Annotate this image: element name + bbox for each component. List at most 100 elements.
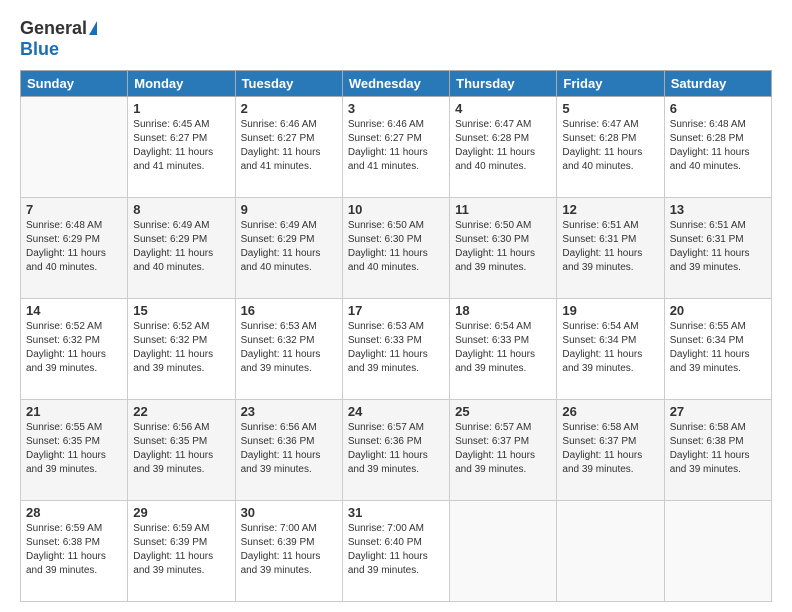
calendar-day-cell: 4 Sunrise: 6:47 AMSunset: 6:28 PMDaylight… [450,97,557,198]
day-info: Sunrise: 6:58 AMSunset: 6:37 PMDaylight:… [562,421,658,477]
day-info: Sunrise: 6:59 AMSunset: 6:39 PMDaylight:… [133,522,229,578]
day-number: 27 [670,404,766,419]
calendar-week-row: 28 Sunrise: 6:59 AMSunset: 6:38 PMDayligh… [21,501,772,602]
day-number: 29 [133,505,229,520]
day-info: Sunrise: 6:48 AMSunset: 6:29 PMDaylight:… [26,219,122,275]
calendar-day-cell: 11Sunrise: 6:50 AMSunset: 6:30 PMDayligh… [450,198,557,299]
day-number: 31 [348,505,444,520]
calendar-day-cell: 1Sunrise: 6:45 AMSunset: 6:27 PMDaylight… [128,97,235,198]
calendar-day-cell: 19Sunrise: 6:54 AMSunset: 6:34 PMDayligh… [557,299,664,400]
day-info: Sunrise: 6:47 AMSunset: 6:28 PMDaylight:… [455,118,551,174]
day-info: Sunrise: 6:47 AMSunset: 6:28 PMDaylight:… [562,118,658,174]
calendar-day-cell: 3 Sunrise: 6:46 AMSunset: 6:27 PMDaylight… [342,97,449,198]
calendar-body: 1Sunrise: 6:45 AMSunset: 6:27 PMDaylight… [21,97,772,602]
day-info: Sunrise: 6:53 AMSunset: 6:33 PMDaylight:… [348,320,444,376]
calendar-day-cell: 30Sunrise: 7:00 AMSunset: 6:39 PMDayligh… [235,501,342,602]
calendar-day-cell: 27 Sunrise: 6:58 AMSunset: 6:38 PMDayligh… [664,400,771,501]
day-info: Sunrise: 6:54 AMSunset: 6:33 PMDaylight:… [455,320,551,376]
day-number: 3 [348,101,444,116]
day-info: Sunrise: 6:57 AMSunset: 6:37 PMDaylight:… [455,421,551,477]
day-info: Sunrise: 6:52 AMSunset: 6:32 PMDaylight:… [26,320,122,376]
day-number: 4 [455,101,551,116]
day-info: Sunrise: 6:46 AMSunset: 6:27 PMDaylight:… [241,118,337,174]
calendar-day-cell: 26 Sunrise: 6:58 AMSunset: 6:37 PMDayligh… [557,400,664,501]
day-number: 14 [26,303,122,318]
logo-blue-text: Blue [20,39,59,60]
day-info: Sunrise: 6:52 AMSunset: 6:32 PMDaylight:… [133,320,229,376]
day-number: 1 [133,101,229,116]
day-info: Sunrise: 6:56 AMSunset: 6:36 PMDaylight:… [241,421,337,477]
calendar-day-cell: 20Sunrise: 6:55 AMSunset: 6:34 PMDayligh… [664,299,771,400]
day-info: Sunrise: 7:00 AMSunset: 6:40 PMDaylight:… [348,522,444,578]
calendar-day-cell [450,501,557,602]
calendar-header-cell: Sunday [21,71,128,97]
day-number: 15 [133,303,229,318]
day-info: Sunrise: 6:56 AMSunset: 6:35 PMDaylight:… [133,421,229,477]
day-number: 6 [670,101,766,116]
calendar-day-cell: 10 Sunrise: 6:50 AMSunset: 6:30 PMDayligh… [342,198,449,299]
day-number: 25 [455,404,551,419]
day-info: Sunrise: 6:49 AMSunset: 6:29 PMDaylight:… [133,219,229,275]
day-info: Sunrise: 6:55 AMSunset: 6:34 PMDaylight:… [670,320,766,376]
calendar-day-cell: 22 Sunrise: 6:56 AMSunset: 6:35 PMDayligh… [128,400,235,501]
calendar-day-cell: 29 Sunrise: 6:59 AMSunset: 6:39 PMDayligh… [128,501,235,602]
day-info: Sunrise: 6:55 AMSunset: 6:35 PMDaylight:… [26,421,122,477]
calendar-week-row: 21 Sunrise: 6:55 AMSunset: 6:35 PMDayligh… [21,400,772,501]
calendar-day-cell: 12 Sunrise: 6:51 AMSunset: 6:31 PMDayligh… [557,198,664,299]
calendar-day-cell [664,501,771,602]
calendar-week-row: 1Sunrise: 6:45 AMSunset: 6:27 PMDaylight… [21,97,772,198]
calendar-day-cell: 15 Sunrise: 6:52 AMSunset: 6:32 PMDayligh… [128,299,235,400]
calendar-day-cell [21,97,128,198]
day-number: 21 [26,404,122,419]
day-number: 12 [562,202,658,217]
day-info: Sunrise: 6:51 AMSunset: 6:31 PMDaylight:… [562,219,658,275]
day-number: 16 [241,303,337,318]
calendar-day-cell: 21 Sunrise: 6:55 AMSunset: 6:35 PMDayligh… [21,400,128,501]
calendar-table: SundayMondayTuesdayWednesdayThursdayFrid… [20,70,772,602]
calendar-header-row: SundayMondayTuesdayWednesdayThursdayFrid… [21,71,772,97]
calendar-day-cell: 16 Sunrise: 6:53 AMSunset: 6:32 PMDayligh… [235,299,342,400]
calendar-day-cell: 14 Sunrise: 6:52 AMSunset: 6:32 PMDayligh… [21,299,128,400]
calendar-header-cell: Tuesday [235,71,342,97]
day-number: 23 [241,404,337,419]
calendar-day-cell: 23 Sunrise: 6:56 AMSunset: 6:36 PMDayligh… [235,400,342,501]
day-number: 28 [26,505,122,520]
day-number: 17 [348,303,444,318]
day-info: Sunrise: 6:57 AMSunset: 6:36 PMDaylight:… [348,421,444,477]
day-info: Sunrise: 6:49 AMSunset: 6:29 PMDaylight:… [241,219,337,275]
day-info: Sunrise: 6:53 AMSunset: 6:32 PMDaylight:… [241,320,337,376]
day-info: Sunrise: 6:48 AMSunset: 6:28 PMDaylight:… [670,118,766,174]
day-info: Sunrise: 6:59 AMSunset: 6:38 PMDaylight:… [26,522,122,578]
calendar-week-row: 14 Sunrise: 6:52 AMSunset: 6:32 PMDayligh… [21,299,772,400]
calendar-day-cell: 28 Sunrise: 6:59 AMSunset: 6:38 PMDayligh… [21,501,128,602]
day-info: Sunrise: 6:46 AMSunset: 6:27 PMDaylight:… [348,118,444,174]
calendar-header-cell: Wednesday [342,71,449,97]
calendar-day-cell: 7 Sunrise: 6:48 AMSunset: 6:29 PMDaylight… [21,198,128,299]
calendar-day-cell: 25 Sunrise: 6:57 AMSunset: 6:37 PMDayligh… [450,400,557,501]
day-number: 8 [133,202,229,217]
calendar-day-cell: 2 Sunrise: 6:46 AMSunset: 6:27 PMDaylight… [235,97,342,198]
calendar-day-cell: 31 Sunrise: 7:00 AMSunset: 6:40 PMDayligh… [342,501,449,602]
day-number: 10 [348,202,444,217]
day-number: 22 [133,404,229,419]
logo-triangle-icon [89,21,97,35]
day-number: 5 [562,101,658,116]
calendar-header-cell: Saturday [664,71,771,97]
day-number: 26 [562,404,658,419]
calendar-header-cell: Friday [557,71,664,97]
day-number: 18 [455,303,551,318]
day-info: Sunrise: 6:54 AMSunset: 6:34 PMDaylight:… [562,320,658,376]
calendar-header-cell: Thursday [450,71,557,97]
header: General Blue [20,18,772,60]
calendar-day-cell: 24Sunrise: 6:57 AMSunset: 6:36 PMDayligh… [342,400,449,501]
calendar-day-cell: 9Sunrise: 6:49 AMSunset: 6:29 PMDaylight… [235,198,342,299]
calendar-week-row: 7 Sunrise: 6:48 AMSunset: 6:29 PMDaylight… [21,198,772,299]
day-info: Sunrise: 6:50 AMSunset: 6:30 PMDaylight:… [348,219,444,275]
day-info: Sunrise: 6:51 AMSunset: 6:31 PMDaylight:… [670,219,766,275]
calendar-day-cell: 13Sunrise: 6:51 AMSunset: 6:31 PMDayligh… [664,198,771,299]
day-number: 2 [241,101,337,116]
calendar-day-cell: 5 Sunrise: 6:47 AMSunset: 6:28 PMDaylight… [557,97,664,198]
day-info: Sunrise: 6:58 AMSunset: 6:38 PMDaylight:… [670,421,766,477]
calendar-day-cell: 8 Sunrise: 6:49 AMSunset: 6:29 PMDaylight… [128,198,235,299]
day-number: 7 [26,202,122,217]
